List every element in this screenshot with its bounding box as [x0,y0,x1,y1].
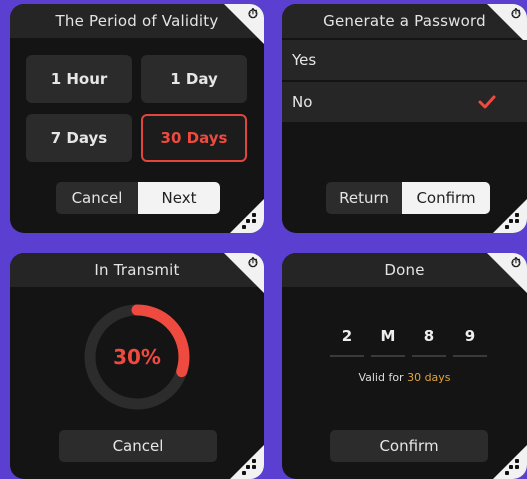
option-1-hour[interactable]: 1 Hour [26,55,132,103]
checkmark-icon [478,95,496,109]
password-action-bar: Return Confirm [326,182,490,214]
option-no-label: No [292,93,313,111]
done-panel: Done ⏱ 2 M 8 9 Valid for 30 days Confirm [282,253,527,479]
done-title: Done [282,253,527,287]
validity-note: Valid for 30 days [282,371,527,384]
option-yes[interactable]: Yes [282,40,527,80]
return-button[interactable]: Return [326,182,402,214]
option-7-days[interactable]: 7 Days [26,114,132,162]
validity-note-value: 30 days [407,371,451,384]
timer-icon: ⏱ [510,256,522,271]
confirm-button[interactable]: Confirm [402,182,490,214]
next-button[interactable]: Next [138,182,220,214]
option-30-days[interactable]: 30 Days [141,114,247,162]
validity-action-bar: Cancel Next [56,182,220,214]
timer-icon: ⏱ [247,256,259,271]
cancel-button[interactable]: Cancel [56,182,138,214]
validity-panel: The Period of Validity ⏱ 1 Hour 1 Day 7 … [10,4,264,233]
code-digit: 8 [412,327,446,357]
code-digit: 9 [453,327,487,357]
option-1-day[interactable]: 1 Day [141,55,247,103]
code-digit: M [371,327,405,357]
confirm-button[interactable]: Confirm [330,430,488,462]
cancel-button[interactable]: Cancel [59,430,217,462]
dots-icon [242,459,258,475]
option-no[interactable]: No [282,82,527,122]
dots-icon [242,213,258,229]
option-yes-label: Yes [292,51,317,69]
dots-icon [505,459,521,475]
password-title: Generate a Password [282,4,527,38]
password-panel: Generate a Password ⏱ Yes No Return Conf… [282,4,527,233]
validity-title: The Period of Validity [10,4,264,38]
dots-icon [505,213,521,229]
code-digit: 2 [330,327,364,357]
validity-note-prefix: Valid for [358,371,408,384]
timer-icon: ⏱ [247,7,259,22]
transmit-title: In Transmit [10,253,264,287]
progress-percent: 30% [113,345,161,369]
timer-icon: ⏱ [510,7,522,22]
transmit-panel: In Transmit ⏱ 30% Cancel [10,253,264,479]
